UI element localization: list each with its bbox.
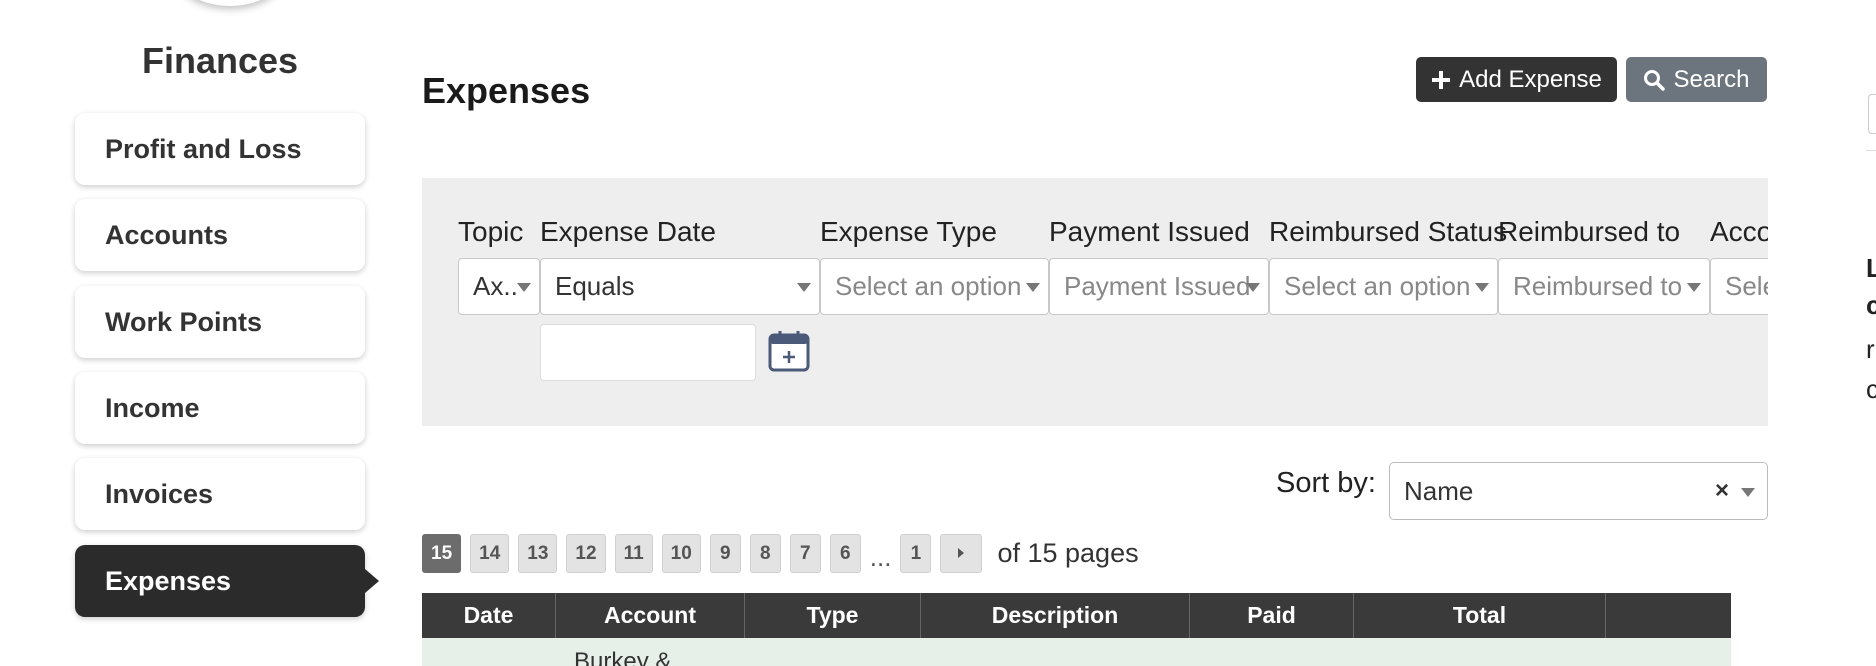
filter-label-payment-issued: Payment Issued	[1049, 216, 1250, 247]
column-header-total[interactable]: Total	[1354, 593, 1606, 638]
account-balance-select[interactable]: Select an o	[1710, 258, 1768, 315]
expense-type-select-value: Select an option	[835, 271, 1022, 301]
filter-label-reimbursed-status: Reimbursed Status	[1269, 216, 1508, 247]
page-button-15[interactable]: 15	[422, 534, 462, 573]
avatar	[170, 0, 290, 6]
page-button-11[interactable]: 11	[614, 534, 653, 573]
sidebar-item-accounts[interactable]: Accounts	[75, 199, 365, 271]
column-header-account[interactable]: Account	[556, 593, 745, 638]
page-button-10[interactable]: 10	[661, 534, 701, 573]
page-button-1[interactable]: 1	[900, 534, 932, 573]
chevron-down-icon	[1026, 283, 1040, 292]
sidebar-item-work-points[interactable]: Work Points	[75, 286, 365, 358]
sidebar-item-invoices[interactable]: Invoices	[75, 458, 365, 530]
page-title: Expenses	[422, 70, 591, 111]
sort-select-value: Name	[1404, 475, 1474, 506]
reimbursed-status-select[interactable]: Select an option	[1269, 258, 1498, 315]
add-expense-label: Add Expense	[1459, 65, 1602, 93]
search-icon	[1643, 69, 1666, 91]
filter-label-reimbursed-to: Reimbursed to	[1498, 216, 1681, 247]
page-button-7[interactable]: 7	[789, 534, 821, 573]
side-panel-text: c	[1866, 290, 1876, 320]
table-header: Date Account Type Description Paid Total	[422, 593, 1731, 638]
page-button-9[interactable]: 9	[709, 534, 741, 573]
reimbursed-to-select-value: Reimbursed to	[1513, 271, 1683, 301]
expense-date-select[interactable]: Equals	[540, 258, 820, 315]
page-button-8[interactable]: 8	[749, 534, 781, 573]
payment-issued-select[interactable]: Payment Issued	[1049, 258, 1269, 315]
chevron-right-icon	[956, 543, 966, 565]
row-account: Burkey &	[574, 648, 672, 666]
column-header-type[interactable]: Type	[745, 593, 921, 638]
sort-label: Sort by:	[1276, 467, 1376, 499]
chevron-down-icon	[1475, 283, 1489, 292]
sidebar-item-expenses[interactable]: Expenses	[75, 545, 379, 617]
expense-type-select[interactable]: Select an option	[820, 258, 1049, 315]
expense-date-select-value: Equals	[555, 271, 635, 301]
page-button-12[interactable]: 12	[566, 534, 606, 573]
chevron-down-icon	[517, 283, 531, 292]
search-label: Search	[1673, 65, 1750, 93]
chevron-down-icon[interactable]	[1741, 488, 1755, 497]
side-panel-text: L	[1866, 253, 1876, 283]
payment-issued-select-value: Payment Issued	[1064, 271, 1251, 301]
column-header-actions	[1606, 593, 1731, 638]
table-row[interactable]: Burkey &	[422, 638, 1731, 666]
pagination: 15 14 13 12 11 10 9 8 7 6 ... 1 of 15 pa…	[422, 534, 1139, 573]
side-panel-text: r	[1866, 334, 1875, 364]
sidebar-item-profit-and-loss[interactable]: Profit and Loss	[75, 113, 365, 185]
filter-label-topic: Topic	[458, 216, 524, 247]
chevron-down-icon	[1246, 283, 1260, 292]
sidebar-item-income[interactable]: Income	[75, 372, 365, 444]
column-header-description[interactable]: Description	[921, 593, 1190, 638]
search-button[interactable]: Search	[1626, 57, 1767, 102]
filter-panel: Topic Expense Date Expense Type Payment …	[422, 178, 1768, 426]
plus-icon	[1431, 70, 1451, 90]
side-panel-edge	[1868, 94, 1876, 134]
filter-label-expense-date: Expense Date	[540, 216, 716, 247]
page-count-text: of 15 pages	[997, 538, 1139, 568]
reimbursed-to-select[interactable]: Reimbursed to	[1498, 258, 1710, 315]
next-page-button[interactable]	[940, 534, 983, 573]
divider	[1866, 150, 1876, 151]
page-button-14[interactable]: 14	[470, 534, 510, 573]
account-balance-select-value: Select an o	[1725, 271, 1768, 301]
add-expense-button[interactable]: Add Expense	[1416, 57, 1617, 102]
calendar-plus-icon[interactable]	[768, 330, 810, 372]
topic-select-value: Ax..	[473, 271, 518, 301]
chevron-down-icon	[797, 283, 811, 292]
expense-date-input[interactable]	[540, 324, 756, 381]
page-button-6[interactable]: 6	[829, 534, 861, 573]
column-header-paid[interactable]: Paid	[1190, 593, 1354, 638]
reimbursed-status-select-value: Select an option	[1284, 271, 1471, 301]
topic-select[interactable]: Ax..	[458, 258, 540, 315]
pagination-ellipsis: ...	[869, 542, 892, 572]
side-panel-text: c	[1866, 374, 1876, 404]
sort-select[interactable]: Name ×	[1389, 462, 1768, 520]
page-button-13[interactable]: 13	[518, 534, 558, 573]
filter-label-expense-type: Expense Type	[820, 216, 997, 247]
clear-icon[interactable]: ×	[1715, 477, 1729, 505]
column-header-date[interactable]: Date	[422, 593, 556, 638]
sidebar-title: Finances	[141, 40, 299, 81]
filter-label-account-balance: Account Ba	[1710, 216, 1768, 247]
chevron-down-icon	[1687, 283, 1701, 292]
